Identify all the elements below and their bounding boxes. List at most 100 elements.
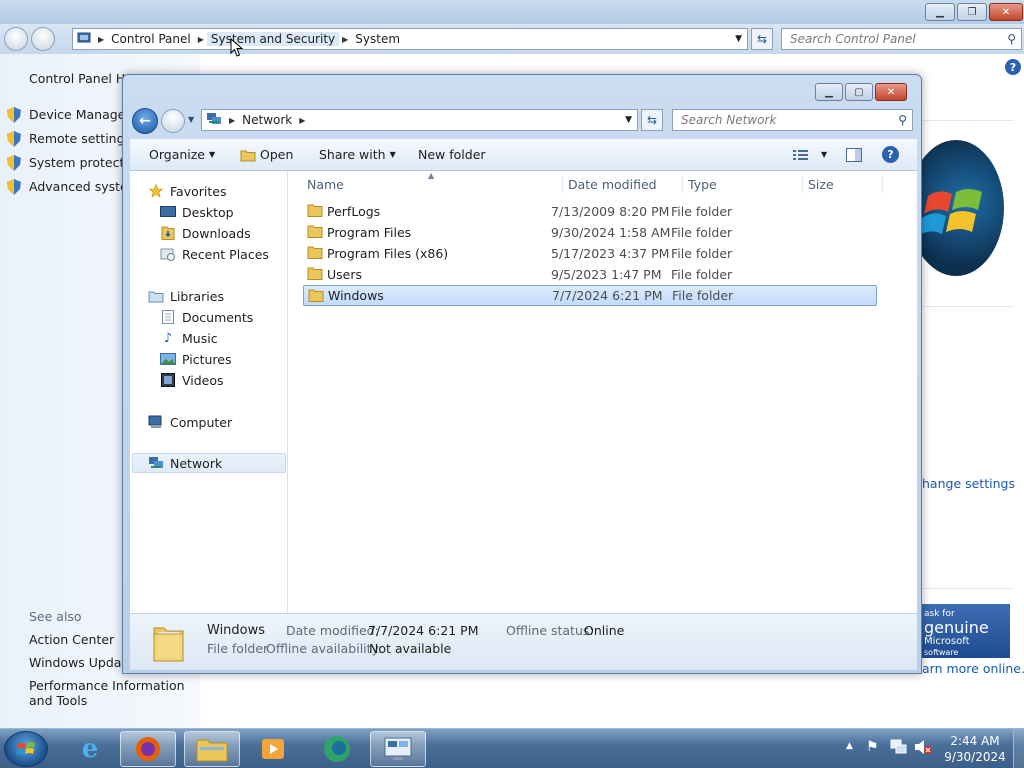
- back-button[interactable]: ←: [132, 108, 158, 134]
- learn-more-link[interactable]: arn more online...: [922, 661, 1024, 676]
- network-icon: [202, 112, 226, 129]
- search-icon[interactable]: ⚲: [1007, 32, 1016, 46]
- remote-settings-link[interactable]: Remote settings: [29, 131, 131, 146]
- recent-places-icon: [160, 246, 176, 262]
- search-icon[interactable]: ⚲: [898, 113, 907, 127]
- recent-pages-dropdown-icon[interactable]: ▼: [188, 115, 194, 124]
- organize-button[interactable]: Organize ▼: [149, 147, 215, 162]
- cp-search-input[interactable]: Search Control Panel ⚲: [781, 28, 1022, 50]
- forward-button[interactable]: [161, 109, 185, 133]
- refresh-icon[interactable]: ⇆: [751, 28, 773, 50]
- column-name-header[interactable]: Name: [307, 177, 344, 192]
- music-icon: ♪: [163, 330, 173, 346]
- address-dropdown-icon[interactable]: ▼: [625, 115, 637, 125]
- change-view-button[interactable]: ▼: [793, 147, 827, 163]
- file-date-modified: 9/5/2023 1:47 PM: [551, 267, 662, 282]
- taskbar-control-panel[interactable]: [370, 731, 426, 767]
- minimize-button[interactable]: ▁: [925, 3, 955, 21]
- network-tray-icon[interactable]: [890, 739, 908, 758]
- chevron-right-icon[interactable]: ▶: [226, 116, 238, 125]
- share-with-button[interactable]: Share with ▼: [319, 147, 396, 162]
- file-row[interactable]: Program Files 9/30/2024 1:58 AM File folde…: [303, 222, 877, 243]
- mouse-cursor-icon: [230, 38, 244, 57]
- action-center-link[interactable]: Action Center: [29, 632, 114, 647]
- control-panel-titlebar: ▁ ❐ ✕: [0, 0, 1024, 24]
- explorer-search-input[interactable]: Search Network ⚲: [672, 109, 913, 131]
- chevron-right-icon[interactable]: ▶: [339, 35, 351, 44]
- nav-libraries[interactable]: Libraries: [148, 286, 224, 306]
- column-separator[interactable]: [682, 175, 683, 193]
- forward-button[interactable]: [31, 27, 55, 51]
- nav-videos[interactable]: Videos: [160, 370, 224, 390]
- system-clock[interactable]: 2:44 AM 9/30/2024: [940, 733, 1010, 765]
- column-separator[interactable]: [802, 175, 803, 193]
- nav-pictures[interactable]: Pictures: [160, 349, 232, 369]
- nav-downloads[interactable]: Downloads: [160, 223, 251, 243]
- divider: [922, 588, 1014, 589]
- address-dropdown-icon[interactable]: ▼: [735, 34, 747, 44]
- minimize-button[interactable]: ▁: [815, 83, 843, 101]
- maximize-button[interactable]: ▢: [845, 83, 873, 101]
- help-button[interactable]: ?: [882, 146, 899, 163]
- start-button[interactable]: [4, 731, 48, 767]
- control-panel-icon: [73, 32, 95, 47]
- show-hidden-icons-icon[interactable]: ▲: [846, 741, 853, 751]
- taskbar-app[interactable]: [309, 731, 365, 767]
- file-row[interactable]: Windows 7/7/2024 6:21 PM File folder: [303, 285, 877, 306]
- file-row[interactable]: Program Files (x86) 5/17/2023 4:37 PM File…: [303, 243, 877, 264]
- back-button[interactable]: [4, 27, 28, 51]
- file-row[interactable]: PerfLogs 7/13/2009 8:20 PM File folder: [303, 201, 877, 222]
- taskbar-explorer[interactable]: [184, 731, 240, 767]
- genuine-microsoft-badge[interactable]: ask for genuine Microsoft software: [918, 604, 1010, 658]
- taskbar-media-player[interactable]: [245, 731, 301, 767]
- close-button[interactable]: ✕: [875, 83, 907, 101]
- column-size-header[interactable]: Size: [808, 177, 834, 192]
- breadcrumb-network[interactable]: Network: [238, 113, 296, 127]
- change-settings-link[interactable]: hange settings: [922, 476, 1015, 491]
- navigation-pane: Favorites Desktop Downloads Recent Place…: [130, 171, 288, 613]
- file-type: File folder: [672, 288, 734, 303]
- column-date-header[interactable]: Date modified: [568, 177, 657, 192]
- performance-info-link[interactable]: Performance Information and Tools: [29, 678, 194, 708]
- column-type-header[interactable]: Type: [688, 177, 717, 192]
- details-offline-availability-label: Offline availability:: [266, 641, 383, 656]
- restore-button[interactable]: ❐: [957, 3, 987, 21]
- open-label: Open: [260, 147, 294, 162]
- device-manager-link[interactable]: Device Manager: [29, 107, 131, 122]
- breadcrumb-system-security[interactable]: System and Security: [206, 32, 340, 46]
- windows-update-link[interactable]: Windows Update: [29, 655, 134, 670]
- breadcrumb-control-panel[interactable]: Control Panel: [107, 32, 195, 46]
- file-type: File folder: [671, 246, 733, 261]
- explorer-address-bar[interactable]: ▶ Network ▶ ▼: [201, 109, 638, 131]
- nav-computer[interactable]: Computer: [148, 412, 232, 432]
- explorer-body: Favorites Desktop Downloads Recent Place…: [130, 171, 917, 613]
- nav-downloads-label: Downloads: [182, 225, 251, 241]
- nav-recent-places[interactable]: Recent Places: [160, 244, 269, 264]
- close-button[interactable]: ✕: [989, 3, 1023, 21]
- nav-documents[interactable]: Documents: [160, 307, 253, 327]
- open-button[interactable]: Open: [240, 147, 293, 163]
- volume-muted-icon[interactable]: [914, 739, 932, 758]
- details-date-label: Date modified:: [286, 623, 379, 638]
- help-icon[interactable]: ?: [1005, 59, 1021, 75]
- cp-address-bar[interactable]: ▶ Control Panel ▶ System and Security ▶ …: [72, 28, 748, 50]
- new-folder-button[interactable]: New folder: [418, 147, 486, 162]
- cp-search-placeholder: Search Control Panel: [790, 32, 916, 46]
- nav-desktop[interactable]: Desktop: [160, 202, 234, 222]
- details-date-value: 7/7/2024 6:21 PM: [368, 623, 479, 638]
- breadcrumb-system[interactable]: System: [351, 32, 404, 46]
- flag-icon[interactable]: ⚑: [866, 739, 879, 755]
- column-separator[interactable]: [562, 175, 563, 193]
- column-separator[interactable]: [882, 175, 883, 193]
- chevron-right-icon[interactable]: ▶: [195, 35, 207, 44]
- nav-music[interactable]: ♪ Music: [160, 328, 218, 348]
- nav-favorites[interactable]: Favorites: [148, 181, 226, 201]
- chevron-right-icon[interactable]: ▶: [296, 116, 308, 125]
- taskbar-firefox[interactable]: [120, 731, 176, 767]
- file-row[interactable]: Users 9/5/2023 1:47 PM File folder: [303, 264, 877, 285]
- preview-pane-button[interactable]: [846, 147, 862, 163]
- show-desktop-button[interactable]: [1013, 729, 1024, 768]
- nav-network[interactable]: Network: [132, 453, 286, 473]
- refresh-icon[interactable]: ⇆: [641, 109, 663, 131]
- taskbar-internet-explorer[interactable]: e: [62, 731, 118, 767]
